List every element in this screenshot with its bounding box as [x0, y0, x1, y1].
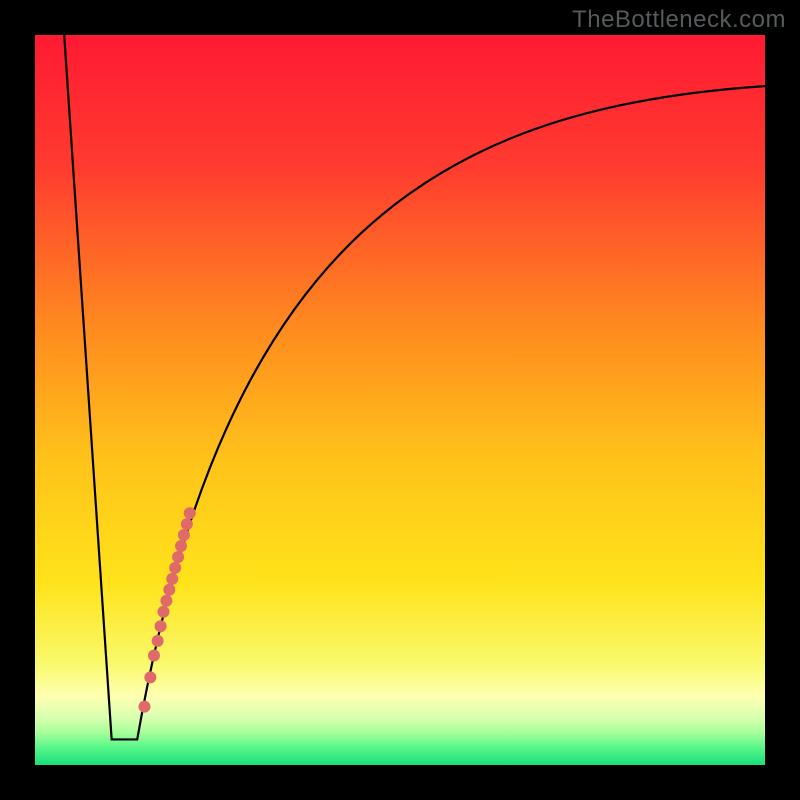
data-point [163, 584, 175, 596]
gradient-background [35, 35, 765, 765]
data-point [152, 635, 164, 647]
data-point [148, 650, 160, 662]
chart-frame: TheBottleneck.com [0, 0, 800, 800]
data-point [160, 595, 172, 607]
data-point [144, 671, 156, 683]
data-point [157, 606, 169, 618]
data-point [139, 701, 151, 713]
data-point [166, 573, 178, 585]
data-point [172, 551, 184, 563]
data-point [181, 518, 193, 530]
watermark-text: TheBottleneck.com [572, 6, 786, 34]
data-point [175, 540, 187, 552]
data-point [178, 529, 190, 541]
data-point [169, 562, 181, 574]
data-point [184, 507, 196, 519]
bottleneck-chart [35, 35, 765, 765]
data-point [155, 620, 167, 632]
